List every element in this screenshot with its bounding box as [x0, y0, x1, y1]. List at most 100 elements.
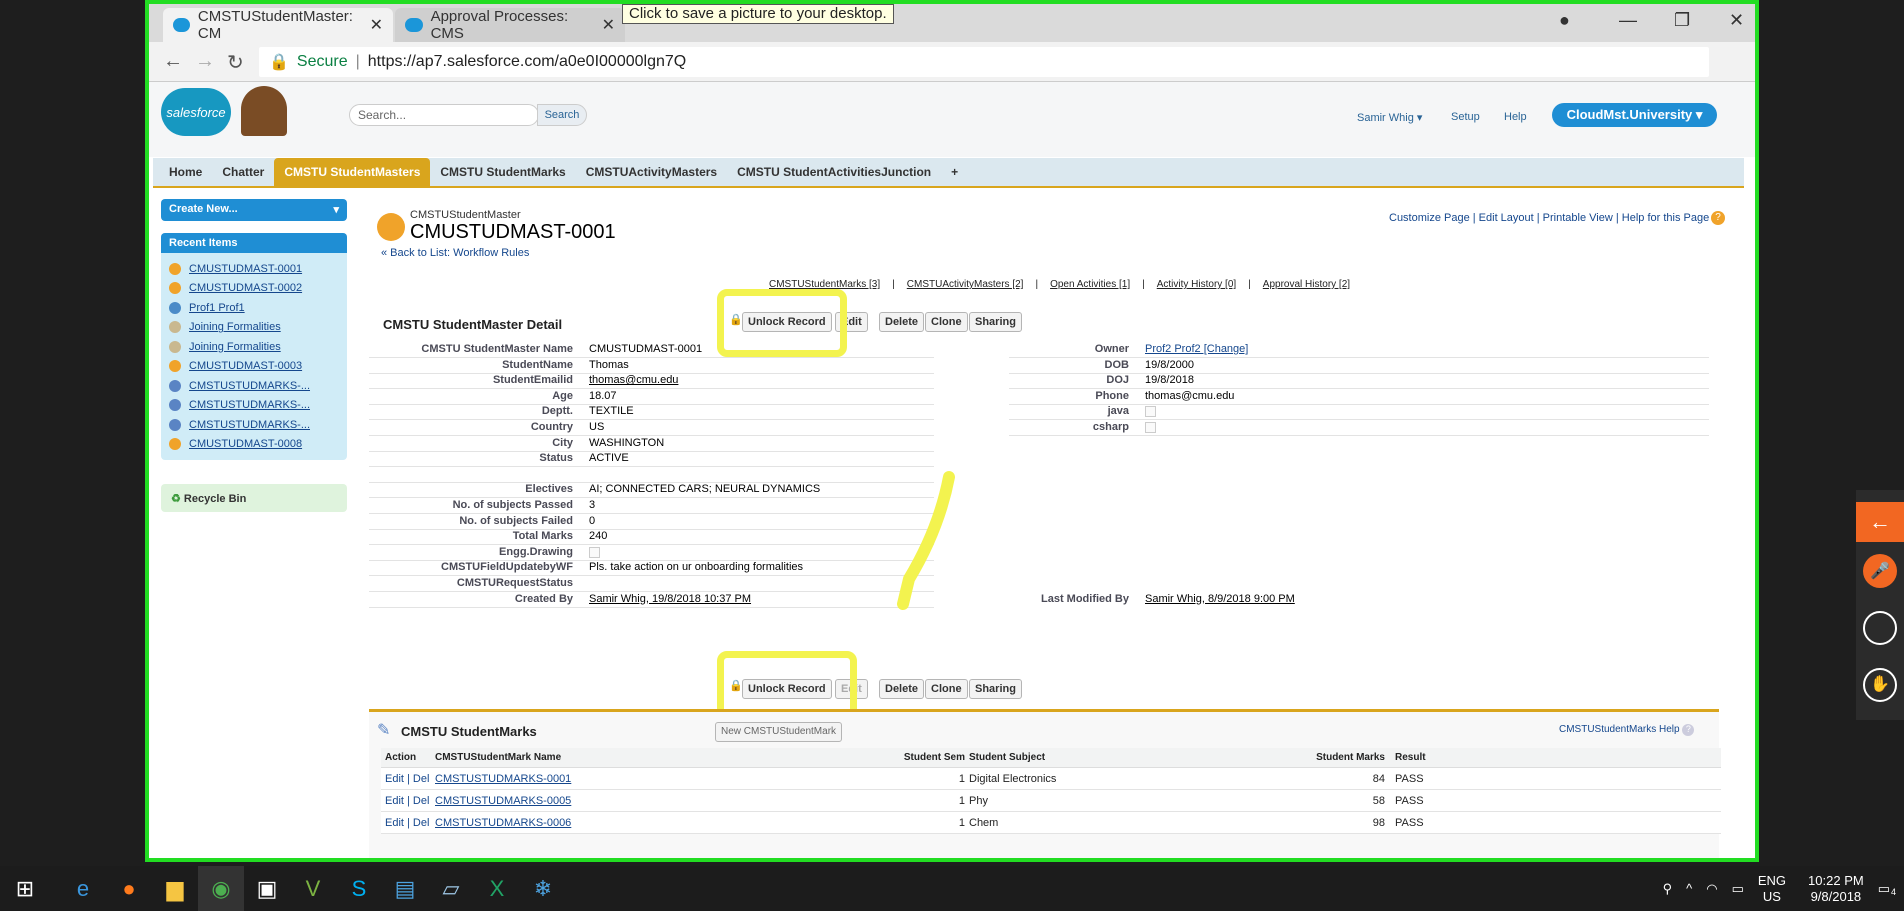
- language-indicator[interactable]: ENG US: [1758, 873, 1786, 905]
- field-label: StudentName: [502, 358, 573, 371]
- help-icon[interactable]: ?: [1711, 211, 1725, 225]
- clone-button[interactable]: Clone: [925, 312, 968, 332]
- recent-item[interactable]: Joining Formalities: [161, 337, 347, 357]
- tab-student-masters[interactable]: CMSTU StudentMasters: [274, 158, 431, 186]
- record-icon: [169, 282, 181, 295]
- table-cell: 58: [1372, 795, 1385, 807]
- marks-help-link[interactable]: CMSTUStudentMarks Help ?: [1559, 724, 1695, 736]
- setup-link[interactable]: Setup: [1451, 111, 1480, 123]
- recent-item[interactable]: CMUSTUDMAST-0001: [161, 259, 347, 279]
- field-value[interactable]: Prof2 Prof2 [Change]: [1145, 343, 1248, 355]
- clone-button[interactable]: Clone: [925, 679, 968, 699]
- org-menu-button[interactable]: CloudMst.University ▾: [1552, 103, 1717, 127]
- chrome-icon[interactable]: ◉: [198, 866, 244, 911]
- vim-icon[interactable]: V: [290, 866, 336, 911]
- field-value: US: [589, 421, 605, 433]
- skype-icon[interactable]: S: [336, 866, 382, 911]
- store-icon[interactable]: ▤: [382, 866, 428, 911]
- tab-student-marks[interactable]: CMSTU StudentMarks: [430, 158, 575, 186]
- url-field[interactable]: 🔒 Secure | https://ap7.salesforce.com/a0…: [259, 47, 1709, 77]
- new-mark-button[interactable]: New CMSTUStudentMark: [715, 722, 843, 742]
- clock[interactable]: 10:22 PM 9/8/2018: [1808, 873, 1864, 905]
- minimize-icon[interactable]: —: [1619, 10, 1637, 31]
- profile-icon[interactable]: ●: [1559, 10, 1570, 31]
- excel-icon[interactable]: X: [474, 866, 520, 911]
- edge-icon[interactable]: e: [60, 866, 106, 911]
- tab-home[interactable]: Home: [159, 158, 212, 186]
- snowflake-icon[interactable]: ❄: [520, 866, 566, 911]
- recent-item[interactable]: CMUSTUDMAST-0003: [161, 357, 347, 377]
- address-bar: ← → ↻ 🔒 Secure | https://ap7.salesforce.…: [149, 42, 1755, 82]
- browser-tab[interactable]: Approval Processes: CMS ✕: [395, 8, 625, 42]
- browser-tab-active[interactable]: CMSTUStudentMaster: CM ✕: [163, 8, 393, 42]
- hand-icon[interactable]: ✋: [1856, 656, 1904, 713]
- back-arrow-icon[interactable]: ←: [1856, 502, 1904, 542]
- mark-name-link[interactable]: CMSTUSTUDMARKS-0006: [435, 817, 855, 829]
- tab-chatter[interactable]: Chatter: [212, 158, 274, 186]
- row-divider: [369, 606, 934, 608]
- sharing-button[interactable]: Sharing: [969, 312, 1022, 332]
- related-list-title: CMSTU StudentMarks: [401, 724, 537, 739]
- notes-icon[interactable]: ▱: [428, 866, 474, 911]
- help-link[interactable]: Help: [1504, 111, 1527, 123]
- search-button[interactable]: Search: [537, 104, 587, 126]
- page-links[interactable]: Customize Page | Edit Layout | Printable…: [1389, 212, 1709, 224]
- restore-icon[interactable]: ❐: [1674, 10, 1690, 31]
- field-value[interactable]: Samir Whig, 8/9/2018 9:00 PM: [1145, 593, 1295, 605]
- recent-item[interactable]: CMUSTUDMAST-0008: [161, 435, 347, 455]
- notifications-icon[interactable]: ▭ 4: [1878, 881, 1896, 897]
- window-icon[interactable]: [1856, 599, 1904, 656]
- add-tab-icon[interactable]: +: [941, 158, 968, 186]
- tab-activities-junction[interactable]: CMSTU StudentActivitiesJunction: [727, 158, 941, 186]
- salesforce-favicon: [405, 18, 423, 32]
- forward-icon[interactable]: →: [195, 50, 215, 73]
- file-explorer-icon[interactable]: ▆: [152, 866, 198, 911]
- recycle-bin-link[interactable]: ♻ Recycle Bin: [161, 484, 347, 512]
- recent-item[interactable]: CMUSTUDMAST-0002: [161, 279, 347, 299]
- close-window-icon[interactable]: ✕: [1729, 10, 1744, 31]
- engg-drawing-checkbox: [589, 546, 600, 558]
- delete-button[interactable]: Delete: [879, 679, 925, 699]
- back-icon[interactable]: ←: [163, 50, 183, 73]
- recent-item[interactable]: CMSTUSTUDMARKS-...: [161, 396, 347, 416]
- windows-start-icon[interactable]: ⊞: [0, 866, 50, 911]
- salesforce-logo[interactable]: salesforce: [161, 88, 231, 136]
- search-input[interactable]: Search...: [349, 104, 539, 126]
- wifi-icon[interactable]: ◠: [1706, 881, 1717, 897]
- create-new-button[interactable]: Create New... ▾: [161, 199, 347, 221]
- reload-icon[interactable]: ↻: [227, 50, 244, 75]
- recent-item[interactable]: Prof1 Prof1: [161, 298, 347, 318]
- delete-button[interactable]: Delete: [879, 312, 925, 332]
- recent-items-header: Recent Items: [161, 233, 347, 253]
- field-label: Last Modified By: [1040, 592, 1129, 605]
- recent-items: Recent Items CMUSTUDMAST-0001 CMUSTUDMAS…: [161, 233, 347, 460]
- row-divider: [1009, 435, 1709, 436]
- detail-section-title: CMSTU StudentMaster Detail: [383, 317, 563, 332]
- field-value[interactable]: thomas@cmu.edu: [589, 374, 678, 386]
- recent-item[interactable]: CMSTUSTUDMARKS-...: [161, 376, 347, 396]
- app-icon[interactable]: ▣: [244, 866, 290, 911]
- battery-icon[interactable]: ▭: [1732, 881, 1744, 897]
- mark-name-link[interactable]: CMSTUSTUDMARKS-0001: [435, 773, 855, 785]
- table-cell: 98: [1372, 817, 1385, 829]
- tab-activity-masters[interactable]: CMSTUActivityMasters: [576, 158, 727, 186]
- table-cell: Digital Electronics: [969, 773, 1057, 785]
- back-to-list-link[interactable]: « Back to List: Workflow Rules: [381, 247, 529, 259]
- mute-mic-icon[interactable]: 🎤: [1856, 542, 1904, 599]
- user-menu[interactable]: Samir Whig ▾: [1357, 111, 1422, 124]
- recent-item[interactable]: Joining Formalities: [161, 318, 347, 338]
- field-label: Electives: [525, 483, 573, 496]
- people-icon[interactable]: ⚲: [1663, 881, 1673, 897]
- marks-icon: ✎: [377, 722, 391, 739]
- mascot-icon: [241, 86, 287, 136]
- firefox-icon[interactable]: ●: [106, 866, 152, 911]
- sharing-button[interactable]: Sharing: [969, 679, 1022, 699]
- mark-name-link[interactable]: CMSTUSTUDMARKS-0005: [435, 795, 855, 807]
- recent-item[interactable]: CMSTUSTUDMARKS-...: [161, 415, 347, 435]
- field-value[interactable]: Samir Whig, 19/8/2018 10:37 PM: [589, 593, 751, 605]
- close-tab-icon[interactable]: ✕: [370, 15, 383, 35]
- field-value: AI; CONNECTED CARS; NEURAL DYNAMICS: [589, 483, 821, 496]
- close-tab-icon[interactable]: ✕: [602, 15, 615, 35]
- row-divider: [369, 466, 934, 468]
- chevron-up-icon[interactable]: ^: [1686, 881, 1692, 896]
